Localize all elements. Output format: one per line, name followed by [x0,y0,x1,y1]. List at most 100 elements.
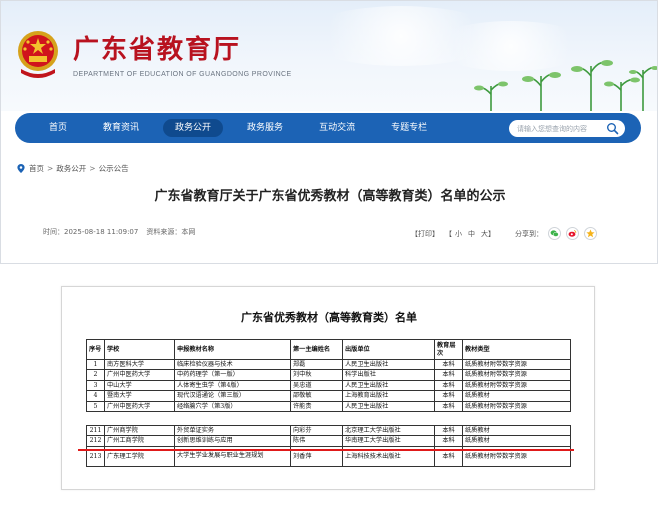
table-cell: 许能贵 [290,400,343,413]
table-cell: 广州中医药大学 [104,369,175,381]
header-cell: 学校 [104,339,175,360]
table-cell: 本科 [434,424,463,437]
table-cell: 纸质教材附带数字资源 [462,379,571,392]
table-cell: 广州商学院 [104,424,175,437]
table-cell: 暨南大学 [104,390,175,402]
time-label: 时间： [43,228,64,236]
table-cell: 广州中医药大学 [104,400,175,413]
table-cell: 郑磊 [290,358,343,371]
table-cell: 广州工商学院 [104,435,175,447]
table-cell: 本科 [434,379,463,392]
font-size-bracket-open: 【 [445,229,452,238]
table-cell: 经络腧穴学（第3版） [174,400,291,413]
search-icon[interactable] [606,122,619,135]
table-row: 3 中山大学 人体寄生虫学（第4版） 吴忠道 人民卫生出版社 本科 纸质教材附带… [86,379,571,392]
publish-time: 时间：2025-08-18 11:09:07 [43,227,138,237]
nav-home[interactable]: 首页 [37,119,79,137]
header-cell: 序号 [86,339,105,360]
qzone-icon[interactable] [584,227,597,240]
header-cell: 教育层次 [434,339,463,360]
table-cell: 邵敬敏 [290,390,343,402]
table-row: 211 广州商学院 外贸单证实务 向彩芬 北京理工大学出版社 本科 纸质教材 [86,424,571,437]
breadcrumb-government-affairs[interactable]: 政务公开 [56,163,86,174]
article-source: 资料来源：本网 [146,227,195,237]
table-cell: 南方医科大学 [104,358,175,371]
table-cell: 纸质教材 [462,424,571,437]
nav-education-news[interactable]: 教育资讯 [91,119,151,137]
web-page: 广东省教育厅 DEPARTMENT OF EDUCATION OF GUANGD… [0,0,658,264]
table-cell: 3 [86,379,105,392]
font-size-small[interactable]: 小 [455,229,462,239]
table-cell: 创新思维训练与应用 [174,435,291,447]
table-cell: 212 [86,435,105,447]
table-cell: 本科 [434,358,463,371]
national-emblem-icon[interactable] [15,29,61,79]
table-row: 5 广州中医药大学 经络腧穴学（第3版） 许能贵 人民卫生出版社 本科 纸质教材… [86,400,571,413]
table-cell: 人体寄生虫学（第4版） [174,379,291,392]
breadcrumb-announcements[interactable]: 公示公告 [99,163,129,174]
table-cell: 现代汉语通论（第三版） [174,390,291,402]
site-subtitle: DEPARTMENT OF EDUCATION OF GUANGDONG PRO… [73,71,292,78]
font-size-medium[interactable]: 中 [468,229,475,239]
table-cell: 纸质教材附带数字资源 [462,400,571,413]
table-cell: 刘中秋 [290,369,343,381]
document-title: 广东省优秀教材（高等教育类）名单 [241,311,417,324]
table-cell: 纸质教材 [462,435,571,447]
table-cell: 本科 [434,435,463,447]
breadcrumb-home[interactable]: 首页 [29,163,44,174]
wechat-icon[interactable] [548,227,561,240]
table-cell: 向彩芬 [290,424,343,437]
header-cell: 出版单位 [342,339,435,360]
time-value: 2025-08-18 11:09:07 [64,228,139,236]
table-cell: 人民卫生出版社 [342,400,435,413]
excellent-textbook-table-excerpt: 211 广州商学院 外贸单证实务 向彩芬 北京理工大学出版社 本科 纸质教材 2… [86,424,571,467]
table-cell: 纸质教材 [462,390,571,402]
table-cell: 本科 [434,390,463,402]
table-cell: 本科 [434,400,463,413]
table-row-highlighted: 212 广州工商学院 创新思维训练与应用 陈伟 华南理工大学出版社 本科 纸质教… [86,435,571,447]
article-tools: 【打印】 【 小 中 大 】 分享到： [411,227,597,240]
table-row: 4 暨南大学 现代汉语通论（第三版） 邵敬敏 上海教育出版社 本科 纸质教材 [86,390,571,402]
nav-special-topics[interactable]: 专题专栏 [379,119,439,137]
table-cell: 外贸单证实务 [174,424,291,437]
table-cell: 中山大学 [104,379,175,392]
font-size-large[interactable]: 大 [481,229,488,239]
table-cell: 2 [86,369,105,381]
table-cell: 科学出版社 [342,369,435,381]
location-icon [17,164,25,173]
highlight-underline [78,449,574,451]
weibo-icon[interactable] [566,227,579,240]
source-value: 本网 [181,228,196,236]
article-meta: 时间：2025-08-18 11:09:07 资料来源：本网 [43,227,203,237]
header-cell: 教材类型 [462,339,571,360]
table-cell: 吴忠道 [290,379,343,392]
table-row: 2 广州中医药大学 中药药理学（第一版） 刘中秋 科学出版社 本科 纸质教材附带… [86,369,571,381]
main-navigation: 首页 教育资讯 政务公开 政务服务 互动交流 专题专栏 [15,113,641,143]
table-cell: 4 [86,390,105,402]
table-cell: 5 [86,400,105,413]
font-size-bracket-close: 】 [488,229,495,238]
table-cell: 本科 [434,369,463,381]
breadcrumb-separator: > [89,164,96,173]
table-header-row: 序号 学校 申报教材名称 第一主编姓名 出版单位 教育层次 教材类型 [86,339,571,360]
nav-government-affairs[interactable]: 政务公开 [163,119,224,137]
breadcrumb: 首页 > 政务公开 > 公示公告 [17,163,129,174]
table-cell: 上海教育出版社 [342,390,435,402]
site-title[interactable]: 广东省教育厅 [73,29,241,66]
excellent-textbook-table: 序号 学校 申报教材名称 第一主编姓名 出版单位 教育层次 教材类型 1 南方医… [86,339,571,413]
nav-government-services[interactable]: 政务服务 [235,119,295,137]
table-cell: 华南理工大学出版社 [342,435,435,447]
share-label: 分享到： [515,229,543,238]
source-label: 资料来源： [146,228,182,236]
document-image: 广东省优秀教材（高等教育类）名单 序号 学校 申报教材名称 第一主编姓名 出版单… [61,286,595,490]
header-cell: 第一主编姓名 [290,339,343,360]
breadcrumb-separator: > [47,164,54,173]
table-cell: 临床检验仪器与技术 [174,358,291,371]
table-cell: 纸质教材附带数字资源 [462,358,571,371]
table-cell: 人民卫生出版社 [342,358,435,371]
table-cell: 211 [86,424,105,437]
nav-interaction[interactable]: 互动交流 [307,119,367,137]
print-button[interactable]: 【打印】 [411,229,439,239]
table-cell: 北京理工大学出版社 [342,424,435,437]
table-cell: 中药药理学（第一版） [174,369,291,381]
